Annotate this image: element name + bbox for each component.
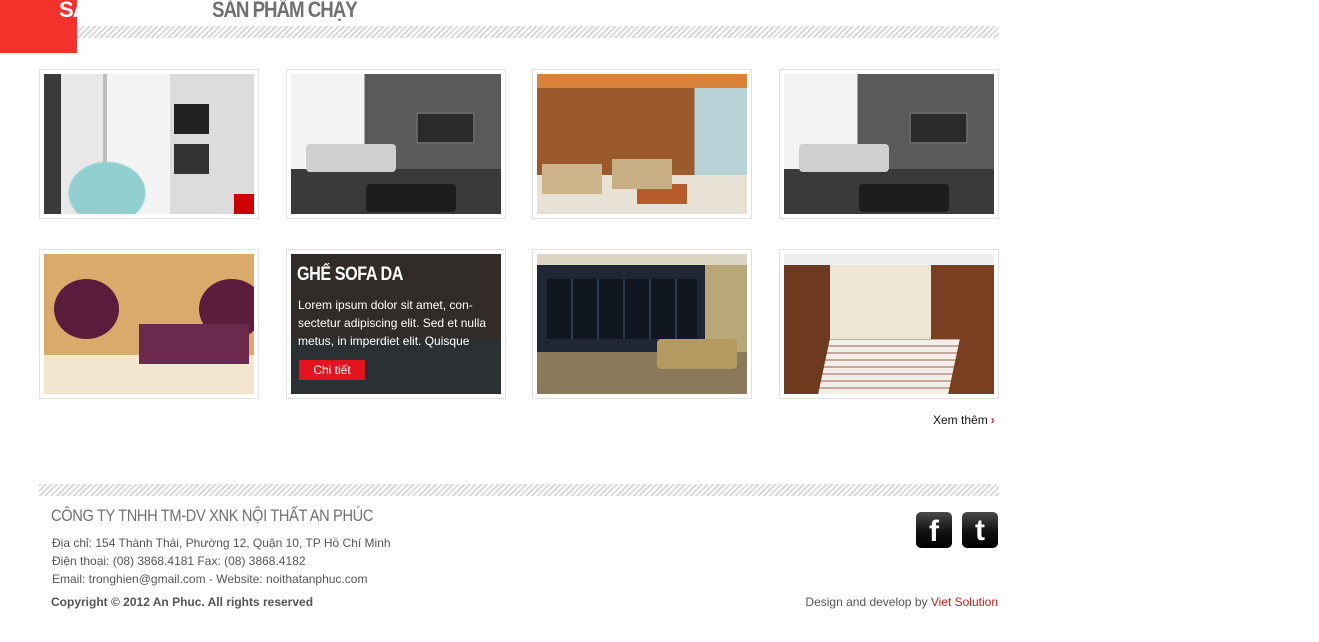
designer-credit: Design and develop by Viet Solution [805,595,998,609]
designer-prefix: Design and develop by [805,595,931,609]
chevron-right-icon: › [990,413,995,427]
featured-title: GHẾ SOFA DA [297,264,403,285]
twitter-icon[interactable]: t [962,512,998,548]
product-image[interactable]: GHẾ SOFA DA Lorem ipsum dolor sit amet, … [291,254,501,394]
product-thumb-7[interactable] [532,249,752,399]
product-thumb-4[interactable] [779,69,999,219]
product-image[interactable] [44,74,254,214]
product-image[interactable] [44,254,254,394]
featured-description: Lorem ipsum dolor sit amet, con-sectetur… [298,298,487,348]
section-title: SẢN PHẨM CHẠY [212,0,358,22]
product-image[interactable] [784,254,994,394]
product-image[interactable] [784,74,994,214]
see-more-label: Xem thêm [933,413,988,427]
product-thumb-2[interactable] [286,69,506,219]
company-email: Email: tronghien@gmail.com - Website: no… [52,572,368,586]
product-thumb-5[interactable] [39,249,259,399]
hatched-divider-top [77,26,999,38]
company-name: CÔNG TY TNHH TM-DV XNK NỘI THẤT AN PHÚC [51,506,374,525]
copyright: Copyright © 2012 An Phuc. All rights res… [51,595,314,609]
details-button[interactable]: Chi tiết [299,360,365,380]
product-thumb-3[interactable] [532,69,752,219]
company-phone: Điện thoại: (08) 3868.4181 Fax: (08) 386… [52,554,306,568]
product-image[interactable] [291,74,501,214]
product-thumb-8[interactable] [779,249,999,399]
product-image[interactable] [537,74,747,214]
company-address: Địa chỉ: 154 Thành Thái, Phường 12, Quận… [52,536,391,550]
designer-link[interactable]: Viet Solution [931,595,998,609]
active-tab[interactable]: SẢ [0,0,77,53]
product-image[interactable] [537,254,747,394]
see-more-link[interactable]: Xem thêm › [933,413,995,427]
active-tab-label: SẢ [59,0,77,22]
product-thumb-1[interactable] [39,69,259,219]
facebook-icon[interactable]: f [916,512,952,548]
product-thumb-featured[interactable]: GHẾ SOFA DA Lorem ipsum dolor sit amet, … [286,249,506,399]
hatched-divider-bottom [39,484,999,496]
